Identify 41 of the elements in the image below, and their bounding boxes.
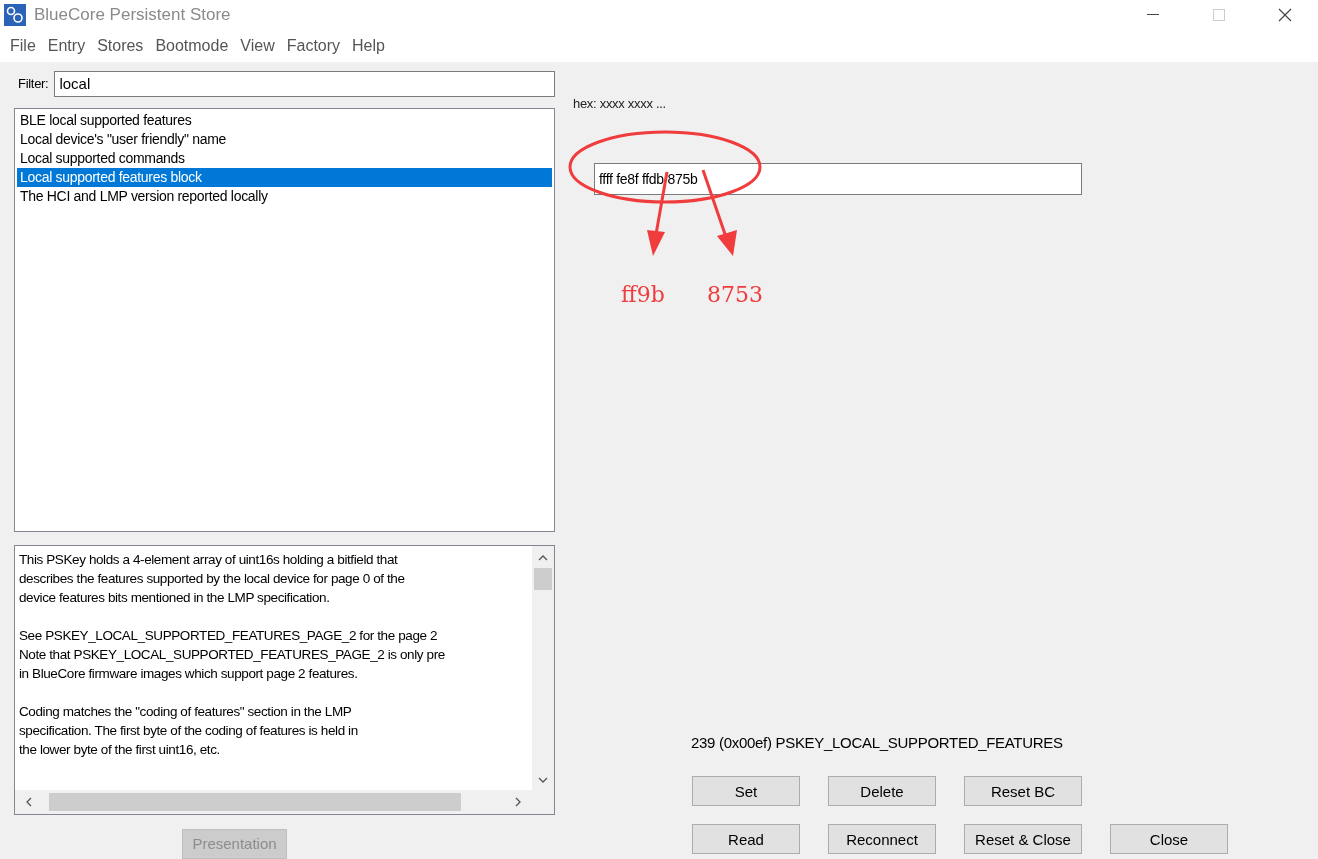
filter-field[interactable]: local — [54, 70, 555, 97]
horizontal-scrollbar[interactable] — [15, 790, 532, 814]
menu-item[interactable]: View — [234, 37, 281, 55]
key-list-item[interactable]: BLE local supported features — [17, 110, 552, 130]
filter-label: Filter: — [18, 76, 49, 92]
minimize-icon[interactable] — [1147, 14, 1159, 16]
action-button[interactable]: Close — [1110, 824, 1228, 854]
action-button[interactable]: Reset & Close — [964, 824, 1082, 854]
app-icon — [4, 4, 26, 26]
menu-item[interactable]: Stores — [91, 37, 150, 55]
description-paragraph: See PSKEY_LOCAL_SUPPORTED_FEATURES_PAGE_2 for the page 2 Note that PSKEY_LOCAL_SUPPORTED_FEATURES_PAGE_2 is only pre in BlueCore firmware images which support page 2 features. — [19, 627, 446, 684]
key-list-item[interactable]: Local supported features block — [17, 167, 552, 187]
scroll-up-icon[interactable] — [538, 554, 548, 563]
description-paragraph: Coding matches the "coding of features" section in the LMP specification. The first byte of the coding of features is held in the lower byte of the first uint16, etc. — [19, 703, 359, 760]
menu-item[interactable]: Entry — [41, 37, 92, 55]
vertical-scrollbar[interactable] — [532, 546, 554, 790]
action-button[interactable]: Read — [692, 824, 800, 854]
format-hint: hex: xxxx xxxx ... — [573, 96, 666, 111]
key-list-item[interactable]: Local supported commands — [17, 148, 552, 168]
menu-item[interactable]: Factory — [280, 37, 347, 55]
action-button[interactable]: Set — [692, 776, 800, 806]
menu-item[interactable]: Bootmode — [149, 37, 235, 55]
action-button[interactable]: Delete — [828, 776, 936, 806]
menu-item[interactable]: Help — [346, 37, 391, 55]
window-title: BlueCore Persistent Store — [34, 5, 231, 25]
scroll-right-icon[interactable] — [514, 797, 522, 807]
action-button[interactable]: Reset BC — [964, 776, 1082, 806]
scrollbar-thumb[interactable] — [49, 793, 461, 811]
close-icon[interactable] — [1278, 8, 1292, 22]
value-field[interactable]: ffff fe8f ffdb 875b — [594, 163, 1082, 195]
action-button[interactable]: Reconnect — [828, 824, 936, 854]
scroll-left-icon[interactable] — [25, 797, 33, 807]
annotation-text: 8753 — [707, 282, 763, 307]
scroll-down-icon[interactable] — [538, 776, 548, 784]
annotation-text: ff9b — [621, 282, 665, 307]
scrollbar-thumb[interactable] — [534, 568, 552, 591]
key-list-item[interactable]: Local device's "user friendly" name — [17, 129, 552, 149]
description-paragraph: This PSKey holds a 4-element array of uint16s holding a bitfield that describes the features supported by the local device for page 0 of the device features bits mentioned in the LMP specification. — [19, 551, 406, 608]
key-list-item[interactable]: The HCI and LMP version reported locally — [17, 186, 552, 206]
key-info: 239 (0x00ef) PSKEY_LOCAL_SUPPORTED_FEATURES — [691, 734, 1063, 751]
menu-item[interactable]: File — [4, 37, 42, 55]
